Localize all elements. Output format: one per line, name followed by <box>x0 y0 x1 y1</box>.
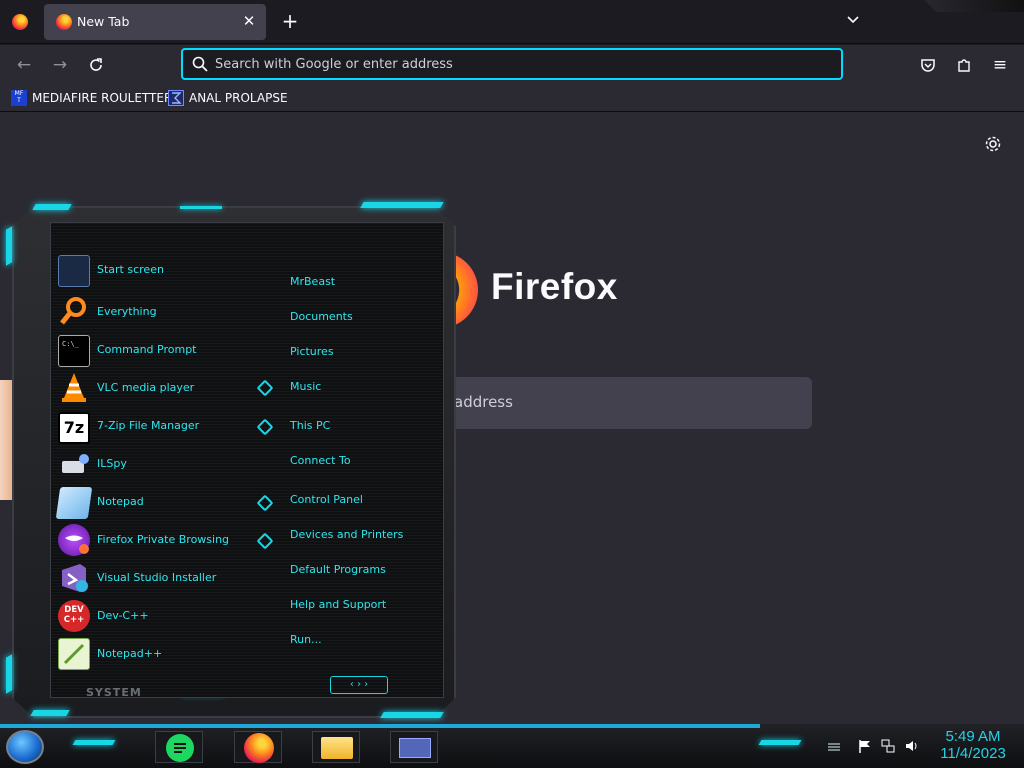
place-connect-to[interactable]: Connect To <box>290 454 351 467</box>
place-pictures[interactable]: Pictures <box>290 345 334 358</box>
app-start-screen[interactable]: Start screen <box>97 263 164 276</box>
place-music[interactable]: Music <box>290 380 321 393</box>
app-visual-studio-installer[interactable]: Visual Studio Installer <box>97 571 216 584</box>
place-control-panel[interactable]: Control Panel <box>290 493 363 506</box>
gear-icon[interactable] <box>984 135 1002 153</box>
newtab-search-box[interactable]: address <box>440 377 812 429</box>
taskbar-app-notes[interactable] <box>155 731 203 763</box>
reload-icon[interactable] <box>82 51 110 79</box>
app-notepad[interactable]: Notepad <box>97 495 144 508</box>
bookmark-anal-prolapse[interactable]: ANAL PROLAPSE <box>168 90 288 106</box>
mediafire-favicon-icon: MF T <box>11 90 27 106</box>
taskbar-app-firefox[interactable] <box>234 731 282 763</box>
forward-arrow-icon[interactable]: → <box>46 51 74 79</box>
close-icon[interactable]: ✕ <box>240 12 258 30</box>
notes-app-icon <box>166 734 194 762</box>
pocket-icon[interactable] <box>914 51 942 79</box>
taskbar-accent-line <box>0 724 760 728</box>
devcpp-icon: DEV C++ <box>58 600 90 632</box>
sigma-icon <box>168 90 184 106</box>
firefox-icon <box>244 733 274 763</box>
hamburger-menu-icon[interactable]: ≡ <box>986 51 1014 79</box>
extensions-puzzle-icon[interactable] <box>950 51 978 79</box>
window-icon <box>399 738 431 758</box>
firefox-icon <box>56 14 72 30</box>
bookmark-mediafire-rouletter[interactable]: MF T MEDIAFIRE ROULETTER <box>11 90 172 106</box>
action-center-flag-icon[interactable] <box>857 738 873 754</box>
tab-title: New Tab <box>77 14 130 29</box>
tab-new-tab[interactable]: New Tab ✕ <box>44 4 266 40</box>
bookmark-label: MEDIAFIRE ROULETTER <box>32 91 173 105</box>
app-command-prompt[interactable]: Command Prompt <box>97 343 197 356</box>
start-screen-icon <box>58 255 90 287</box>
place-documents[interactable]: Documents <box>290 310 353 323</box>
place-default-programs[interactable]: Default Programs <box>290 563 386 576</box>
list-all-tabs-chevron-down-icon[interactable] <box>843 12 863 32</box>
folder-icon <box>321 737 353 759</box>
newtab-search-placeholder: address <box>454 393 513 411</box>
vlc-cone-icon <box>58 371 90 403</box>
place-devices-and-printers[interactable]: Devices and Printers <box>290 528 403 541</box>
vs-installer-icon <box>58 562 90 594</box>
notepad-icon <box>55 487 93 519</box>
app-ilspy[interactable]: ILSpy <box>97 457 127 470</box>
app-firefox-private-browsing[interactable]: Firefox Private Browsing <box>97 533 229 546</box>
cmd-icon: C:\_ <box>58 335 90 367</box>
place-help-and-support[interactable]: Help and Support <box>290 598 386 611</box>
app-dev-cpp[interactable]: Dev-C++ <box>97 609 149 622</box>
place-this-pc[interactable]: This PC <box>290 419 330 432</box>
firefox-wordmark: Firefox <box>491 266 618 307</box>
start-orb-button[interactable] <box>6 730 44 764</box>
7zip-icon: 7z <box>58 412 90 444</box>
taskbar-clock[interactable]: 5:49 AM 11/4/2023 <box>930 728 1016 762</box>
magnifier-icon <box>58 295 90 327</box>
volume-icon[interactable] <box>904 738 920 754</box>
show-hidden-icons-icon[interactable] <box>826 738 842 754</box>
url-bar[interactable]: Search with Google or enter address <box>181 48 843 80</box>
app-everything[interactable]: Everything <box>97 305 157 318</box>
new-tab-button[interactable]: + <box>280 10 300 34</box>
firefox-private-icon <box>58 524 90 556</box>
bookmark-label: ANAL PROLAPSE <box>189 91 288 105</box>
place-run[interactable]: Run... <box>290 633 322 646</box>
app-notepadpp[interactable]: Notepad++ <box>97 647 162 660</box>
firefox-view-icon[interactable] <box>12 14 28 30</box>
place-mrbeast[interactable]: MrBeast <box>290 275 335 288</box>
clock-time: 5:49 AM <box>945 728 1001 745</box>
network-icon[interactable] <box>880 738 896 754</box>
taskbar-app-window[interactable] <box>390 731 438 763</box>
url-bar-placeholder: Search with Google or enter address <box>215 57 453 72</box>
notepadpp-icon <box>58 638 90 670</box>
power-options-arrows-icon[interactable]: ‹ › › <box>330 676 388 694</box>
app-7zip-file-manager[interactable]: 7-Zip File Manager <box>97 419 199 432</box>
ilspy-icon <box>58 449 90 481</box>
app-vlc-media-player[interactable]: VLC media player <box>97 381 194 394</box>
back-arrow-icon[interactable]: ← <box>10 51 38 79</box>
clock-date: 11/4/2023 <box>940 745 1006 762</box>
search-icon <box>192 56 208 72</box>
taskbar-app-file-explorer[interactable] <box>312 731 360 763</box>
start-menu-system-label: SYSTEM <box>86 686 142 699</box>
